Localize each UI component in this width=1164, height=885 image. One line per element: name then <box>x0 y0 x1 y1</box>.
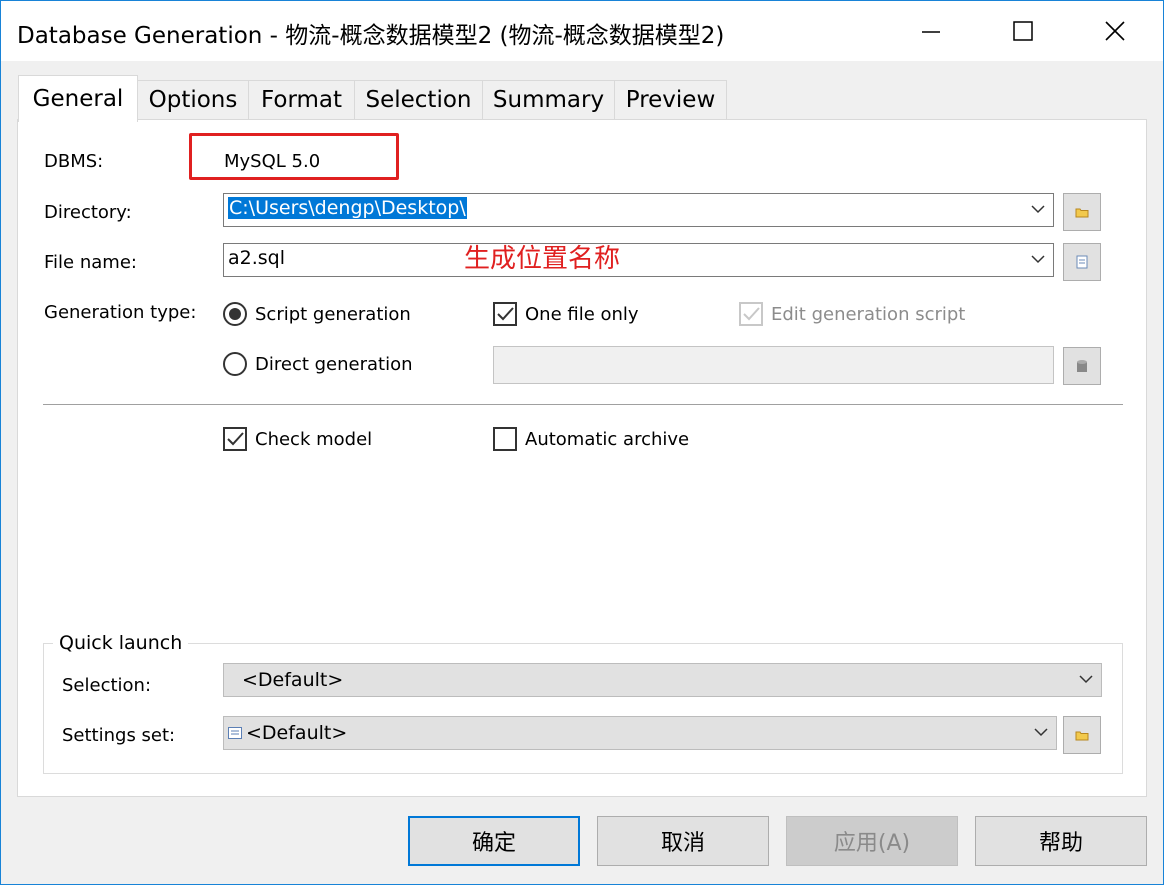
maximize-button[interactable] <box>977 1 1069 61</box>
separator <box>43 404 1123 405</box>
apply-button[interactable]: 应用(A) <box>786 816 958 866</box>
one-file-only-checkbox[interactable] <box>493 302 517 326</box>
window-title: Database Generation - 物流-概念数据模型2 (物流-概念数… <box>17 23 725 49</box>
directory-combo[interactable]: C:\Users\dengp\Desktop\ <box>223 193 1054 227</box>
filename-label: File name: <box>44 252 137 273</box>
checkmark-icon <box>743 307 760 321</box>
selection-combo[interactable]: <Default> <box>223 663 1102 697</box>
ok-button[interactable]: 确定 <box>408 816 580 866</box>
filename-combo[interactable]: a2.sql <box>223 243 1054 277</box>
checkmark-icon <box>227 432 244 446</box>
edit-generation-script-checkbox[interactable] <box>739 302 763 326</box>
chevron-down-icon <box>1031 255 1045 264</box>
tab-preview[interactable]: Preview <box>614 80 727 119</box>
directory-label: Directory: <box>44 202 132 223</box>
direct-generation-radio[interactable] <box>223 352 247 376</box>
settings-set-browse-button[interactable] <box>1063 716 1101 754</box>
close-button[interactable] <box>1069 1 1161 61</box>
one-file-only-label: One file only <box>525 304 639 325</box>
help-button[interactable]: 帮助 <box>975 816 1147 866</box>
edit-generation-script-label: Edit generation script <box>771 304 966 325</box>
dbms-label: DBMS: <box>44 151 104 172</box>
filename-value: a2.sql <box>228 247 286 269</box>
document-icon <box>1076 255 1088 269</box>
folder-icon <box>1075 731 1089 741</box>
minimize-button[interactable] <box>885 1 977 61</box>
check-model-label: Check model <box>255 429 373 450</box>
title-bar: Database Generation - 物流-概念数据模型2 (物流-概念数… <box>1 1 1163 61</box>
close-icon <box>1105 21 1125 41</box>
script-generation-label: Script generation <box>255 304 411 325</box>
generation-type-label: Generation type: <box>44 302 197 323</box>
cancel-button[interactable]: 取消 <box>597 816 769 866</box>
settings-list-icon <box>228 727 242 739</box>
check-model-checkbox[interactable] <box>223 427 247 451</box>
chevron-down-icon <box>1079 675 1093 684</box>
annotation-text: 生成位置名称 <box>464 244 621 274</box>
chevron-down-icon <box>1031 205 1045 214</box>
database-generation-window: Database Generation - 物流-概念数据模型2 (物流-概念数… <box>0 0 1164 885</box>
tab-summary[interactable]: Summary <box>482 80 615 119</box>
settings-set-combo[interactable]: <Default> <box>223 716 1057 750</box>
chevron-down-icon <box>1034 728 1048 737</box>
settings-set-value: <Default> <box>246 722 348 744</box>
selection-label: Selection: <box>62 675 152 696</box>
tab-general[interactable]: General <box>18 75 138 122</box>
direct-generation-button[interactable] <box>1063 347 1101 385</box>
automatic-archive-label: Automatic archive <box>525 429 690 450</box>
database-icon <box>1077 360 1087 372</box>
minimize-icon <box>922 31 940 33</box>
selection-value: <Default> <box>242 669 344 691</box>
directory-value: C:\Users\dengp\Desktop\ <box>228 197 467 219</box>
settings-set-label: Settings set: <box>62 725 176 746</box>
maximize-icon <box>1013 21 1033 41</box>
tab-selection[interactable]: Selection <box>354 80 483 119</box>
automatic-archive-checkbox[interactable] <box>493 427 517 451</box>
direct-generation-field[interactable] <box>493 346 1054 384</box>
tab-format[interactable]: Format <box>248 80 355 119</box>
script-generation-radio[interactable] <box>223 302 247 326</box>
checkmark-icon <box>497 307 514 321</box>
folder-icon <box>1075 208 1089 218</box>
browse-directory-button[interactable] <box>1063 193 1101 231</box>
file-properties-button[interactable] <box>1063 243 1101 281</box>
quick-launch-title: Quick launch <box>53 632 189 654</box>
tab-options[interactable]: Options <box>137 80 249 119</box>
annotation-highlight-box <box>189 133 399 180</box>
direct-generation-label: Direct generation <box>255 354 413 375</box>
